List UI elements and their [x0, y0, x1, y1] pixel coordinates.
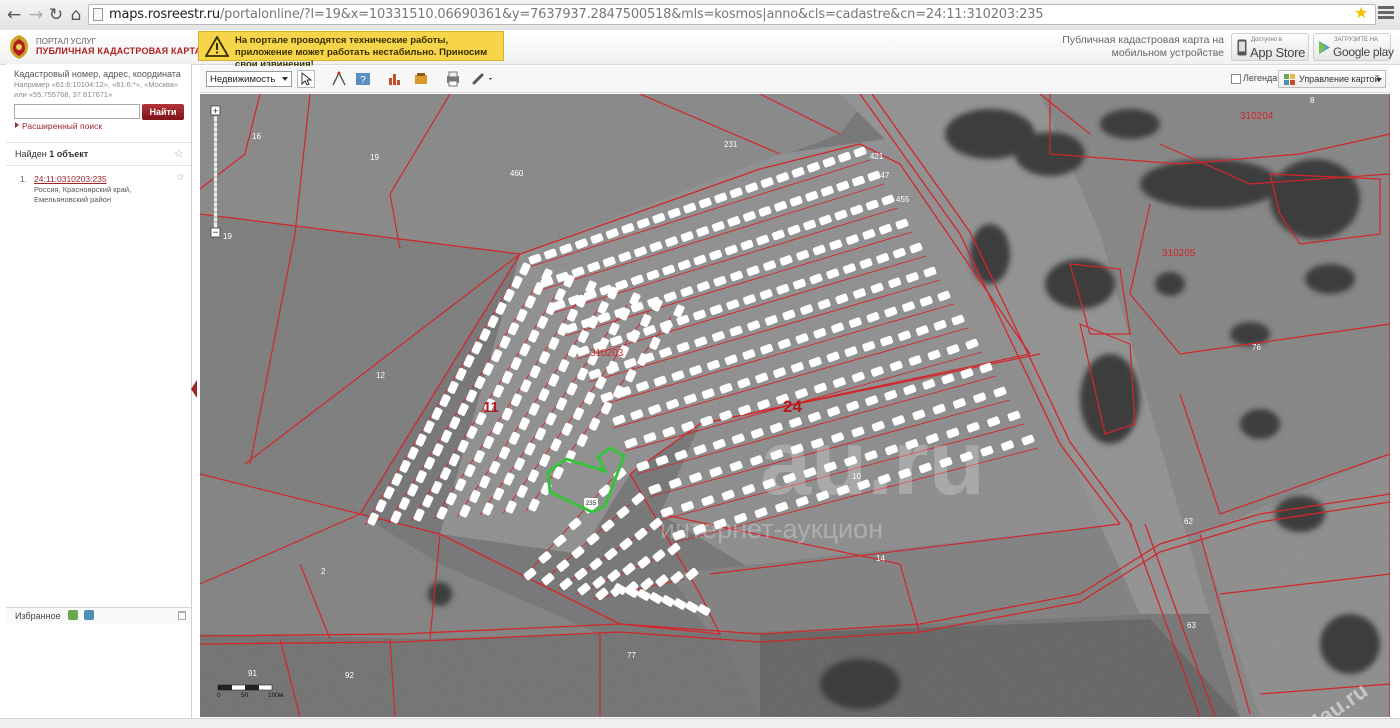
- parcel-number-label: 92: [345, 671, 354, 680]
- measure-icon[interactable]: [330, 70, 348, 88]
- select-cursor-icon[interactable]: [297, 70, 315, 88]
- parcel-number-label: 460: [510, 169, 524, 178]
- mobile-promo-text: Публичная кадастровая карта на мобильном…: [1062, 34, 1224, 59]
- chevron-down-icon: [1376, 78, 1382, 82]
- search-hint: Кадастровый номер, адрес, координата: [14, 69, 181, 79]
- add-favorite-icon[interactable]: [68, 610, 78, 620]
- parcel-number-label: 19: [370, 153, 379, 162]
- watermark: au.ru: [760, 412, 985, 514]
- parcel-number-label: 447: [876, 171, 890, 180]
- parcel-number-label: 14: [876, 554, 885, 563]
- zoom-level-label: 19: [223, 232, 232, 241]
- found-text: Найден 1 объект: [15, 149, 89, 159]
- result-number: 1.: [20, 175, 27, 184]
- parcel-number-label: 231: [724, 140, 738, 149]
- cadastral-area-label: 11: [483, 399, 499, 416]
- chart-icon[interactable]: [386, 70, 404, 88]
- expand-arrow-icon: [15, 122, 19, 128]
- back-arrow-icon[interactable]: ←: [4, 5, 24, 25]
- google-play-label: Google play: [1333, 45, 1394, 59]
- emblem-icon[interactable]: [8, 34, 30, 60]
- bookmark-star-icon[interactable]: ★: [1354, 3, 1368, 22]
- map-canvas[interactable]: 235 310204 310205 310203 11 24 au.ru инт…: [200, 94, 1390, 717]
- parcel-number-label: 63: [1187, 621, 1196, 630]
- svg-text:+: +: [213, 106, 218, 116]
- block-label: 310203: [590, 348, 624, 359]
- home-icon[interactable]: ⌂: [66, 5, 86, 25]
- star-icon[interactable]: ☆: [174, 147, 184, 160]
- legend-label: Легенда: [1243, 73, 1278, 83]
- layers-icon[interactable]: [412, 70, 430, 88]
- forward-arrow-icon[interactable]: →: [26, 5, 46, 25]
- portal-title[interactable]: ПУБЛИЧНАЯ КАДАСТРОВАЯ КАРТА: [36, 46, 201, 56]
- parcel-number-label: 62: [1184, 517, 1193, 526]
- app-store-label: App Store: [1250, 45, 1306, 60]
- svg-text:50: 50: [241, 692, 249, 699]
- favorites-section: Избранное: [6, 607, 191, 624]
- reload-icon[interactable]: ↻: [46, 5, 66, 25]
- maintenance-warning: На портале проводятся технические работы…: [198, 31, 504, 70]
- portal-header: ПОРТАЛ УСЛУГ ПУБЛИЧНАЯ КАДАСТРОВАЯ КАРТА…: [0, 30, 1400, 70]
- address-bar[interactable]: maps.rosreestr.ru/portalonline/?l=19&x=1…: [88, 4, 1376, 25]
- browser-menu-icon[interactable]: [1378, 6, 1394, 21]
- link-icon[interactable]: [470, 70, 496, 88]
- svg-text:?: ?: [360, 75, 366, 86]
- parcel-number-label: 91: [248, 669, 257, 678]
- search-example: Например «61:6:10104:12», «61:6:*», «Мос…: [14, 80, 179, 99]
- trash-icon[interactable]: [178, 611, 186, 620]
- parcel-number-label: 12: [376, 371, 385, 380]
- info-icon[interactable]: ?: [354, 70, 372, 88]
- collapse-panel-handle[interactable]: [191, 380, 197, 398]
- search-button[interactable]: Найти: [142, 104, 184, 120]
- layer-select[interactable]: Недвижимость: [206, 71, 292, 87]
- watermark-subtitle: интернет-аукцион: [660, 514, 883, 544]
- url-text: maps.rosreestr.ru/portalonline/?l=19&x=1…: [109, 7, 1044, 22]
- svg-text:235: 235: [586, 500, 597, 507]
- google-play-button[interactable]: ЗАГРУЗИТЕ НА Google play: [1313, 33, 1394, 61]
- app-store-button[interactable]: Доступно в App Store: [1231, 33, 1309, 61]
- manage-map-button[interactable]: Управление картой: [1278, 70, 1386, 88]
- advanced-search-link[interactable]: Расширенный поиск: [22, 121, 102, 131]
- svg-text:100м: 100м: [268, 692, 284, 699]
- parcel-number-label: 455: [896, 195, 910, 204]
- results-header: Найден 1 объект ☆: [6, 142, 191, 166]
- result-cadastral-link[interactable]: 24:11:0310203:235: [34, 174, 107, 184]
- parcel-number-label: 16: [252, 132, 261, 141]
- selected-parcel-label[interactable]: 235: [584, 498, 598, 507]
- parcel-number-label: 10: [852, 472, 861, 481]
- legend-checkbox[interactable]: [1231, 74, 1241, 84]
- phone-icon: [1237, 39, 1247, 56]
- parcel-number-label: 77: [627, 651, 636, 660]
- parcel-number-label: 421: [870, 152, 884, 161]
- star-icon[interactable]: ☆: [176, 172, 185, 183]
- page-icon: [93, 8, 103, 21]
- block-label: 310205: [1162, 248, 1196, 259]
- portal-subtitle: ПОРТАЛ УСЛУГ: [36, 37, 96, 46]
- parcel-number-label: 8: [1310, 96, 1315, 105]
- block-label: 310204: [1240, 111, 1274, 122]
- search-input[interactable]: [14, 104, 140, 119]
- play-icon: [1319, 41, 1330, 54]
- grid-icon: [1284, 74, 1295, 85]
- result-address: Россия, Красноярский край, Емельяновский…: [34, 185, 132, 204]
- parcel-number-label: 2: [321, 567, 326, 576]
- export-favorite-icon[interactable]: [84, 610, 94, 620]
- print-icon[interactable]: [444, 70, 462, 88]
- browser-toolbar: ← → ↻ ⌂ maps.rosreestr.ru/portalonline/?…: [0, 0, 1400, 31]
- parcel-number-label: 76: [1252, 343, 1261, 352]
- cadastral-map[interactable]: 235 310204 310205 310203 11 24 au.ru инт…: [200, 94, 1390, 717]
- warning-icon: [205, 36, 229, 57]
- search-panel: Кадастровый номер, адрес, координата Нап…: [6, 64, 192, 721]
- map-toolbar: Недвижимость ? Легенда Управление картой: [200, 66, 1390, 93]
- svg-text:0: 0: [217, 692, 221, 699]
- favorites-label: Избранное: [15, 611, 61, 621]
- svg-text:−: −: [213, 228, 219, 239]
